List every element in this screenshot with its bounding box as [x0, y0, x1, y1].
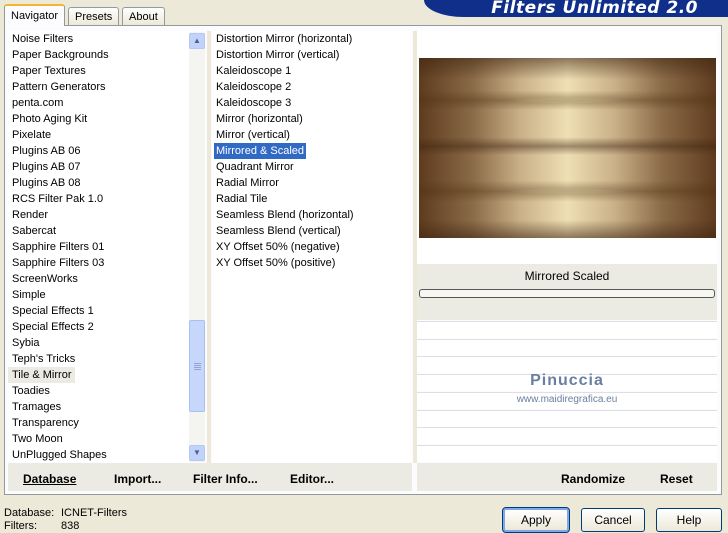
category-item[interactable]: Sybia: [8, 335, 189, 351]
reset-button[interactable]: Reset: [660, 469, 693, 489]
filters-label: Filters:: [4, 520, 37, 532]
filter-item[interactable]: Kaleidoscope 2: [212, 79, 412, 95]
category-item[interactable]: Render: [8, 207, 189, 223]
filter-item[interactable]: Seamless Blend (horizontal): [212, 207, 412, 223]
filter-item[interactable]: Distortion Mirror (vertical): [212, 47, 412, 63]
filter-item[interactable]: Kaleidoscope 1: [212, 63, 412, 79]
category-item[interactable]: Two Moon: [8, 431, 189, 447]
category-item[interactable]: Plugins AB 07: [8, 159, 189, 175]
preview-image: [419, 58, 716, 238]
editor-button[interactable]: Editor...: [290, 469, 334, 489]
scroll-up-button[interactable]: ▲: [189, 33, 205, 49]
import-button[interactable]: Import...: [114, 469, 161, 489]
parameter-row: [417, 356, 717, 374]
database-value: ICNET-Filters: [61, 507, 127, 519]
category-item[interactable]: ScreenWorks: [8, 271, 189, 287]
category-item[interactable]: Paper Backgrounds: [8, 47, 189, 63]
category-item[interactable]: Simple: [8, 287, 189, 303]
category-item[interactable]: penta.com: [8, 95, 189, 111]
category-item[interactable]: UnPlugged Shapes: [8, 447, 189, 463]
filters-count: 838: [61, 520, 80, 532]
filter-info-button[interactable]: Filter Info...: [193, 469, 258, 489]
tab-presets-label: Presets: [75, 11, 113, 23]
parameter-row: [417, 444, 717, 462]
category-item[interactable]: Plugins AB 06: [8, 143, 189, 159]
filter-item[interactable]: Kaleidoscope 3: [212, 95, 412, 111]
category-item[interactable]: Sapphire Filters 01: [8, 239, 189, 255]
tab-presets[interactable]: Presets: [68, 7, 120, 25]
watermark-url: www.maidiregrafica.eu: [516, 394, 618, 405]
apply-button[interactable]: Apply: [502, 507, 570, 533]
category-item[interactable]: Pattern Generators: [8, 79, 189, 95]
preview-filter-name: Mirrored Scaled: [524, 269, 610, 283]
chevron-up-icon: ▲: [193, 36, 201, 45]
filter-item[interactable]: Quadrant Mirror: [212, 159, 412, 175]
category-item[interactable]: Noise Filters: [8, 31, 189, 47]
category-item[interactable]: Sabercat: [8, 223, 189, 239]
progress-bar: [419, 289, 715, 298]
category-item[interactable]: Paper Textures: [8, 63, 189, 79]
filter-item[interactable]: XY Offset 50% (positive): [212, 255, 412, 271]
filter-item[interactable]: Mirror (horizontal): [212, 111, 412, 127]
category-item[interactable]: Special Effects 2: [8, 319, 189, 335]
database-label: Database:: [4, 507, 55, 519]
list-divider: [207, 31, 211, 463]
filter-item[interactable]: Radial Tile: [212, 191, 412, 207]
randomize-button[interactable]: Randomize: [561, 469, 625, 489]
banner-title: Filters Unlimited 2.0: [491, 0, 698, 18]
filters-unlimited-banner: Filters Unlimited 2.0: [424, 0, 728, 17]
filter-item[interactable]: Radial Mirror: [212, 175, 412, 191]
filter-item[interactable]: XY Offset 50% (negative): [212, 239, 412, 255]
tab-about-label: About: [129, 11, 158, 23]
category-item[interactable]: Special Effects 1: [8, 303, 189, 319]
scroll-down-button[interactable]: ▼: [189, 445, 205, 461]
parameter-row: [417, 338, 717, 356]
category-item[interactable]: Toadies: [8, 383, 189, 399]
category-item[interactable]: Tramages: [8, 399, 189, 415]
filter-item[interactable]: Distortion Mirror (horizontal): [212, 31, 412, 47]
scroll-thumb[interactable]: [189, 320, 205, 412]
filter-item[interactable]: Mirrored & Scaled: [214, 143, 307, 159]
category-item[interactable]: Transparency: [8, 415, 189, 431]
category-item[interactable]: Pixelate: [8, 127, 189, 143]
category-item[interactable]: Sapphire Filters 03: [8, 255, 189, 271]
category-item[interactable]: Teph's Tricks: [8, 351, 189, 367]
filter-item[interactable]: Mirror (vertical): [212, 127, 412, 143]
category-item[interactable]: Plugins AB 08: [8, 175, 189, 191]
parameter-row: [417, 409, 717, 427]
parameter-row: [417, 321, 717, 338]
tab-about[interactable]: About: [122, 7, 165, 25]
category-item[interactable]: Tile & Mirror: [8, 367, 76, 383]
category-item[interactable]: RCS Filter Pak 1.0: [8, 191, 189, 207]
help-button[interactable]: Help: [656, 508, 722, 532]
category-item[interactable]: Photo Aging Kit: [8, 111, 189, 127]
category-scrollbar[interactable]: ▲ ▼: [189, 32, 205, 462]
tab-navigator[interactable]: Navigator: [4, 4, 66, 26]
database-button[interactable]: Database: [23, 469, 76, 489]
filter-list[interactable]: Distortion Mirror (horizontal) Distortion…: [212, 31, 412, 463]
category-list[interactable]: Noise Filters Paper Backgrounds Paper Text…: [8, 31, 189, 463]
filter-item[interactable]: Seamless Blend (vertical): [212, 223, 412, 239]
watermark-name: Pinuccia: [530, 372, 604, 389]
chevron-down-icon: ▼: [193, 448, 201, 457]
parameter-row: [417, 427, 717, 445]
tab-navigator-label: Navigator: [11, 10, 59, 22]
cancel-button[interactable]: Cancel: [581, 508, 645, 532]
